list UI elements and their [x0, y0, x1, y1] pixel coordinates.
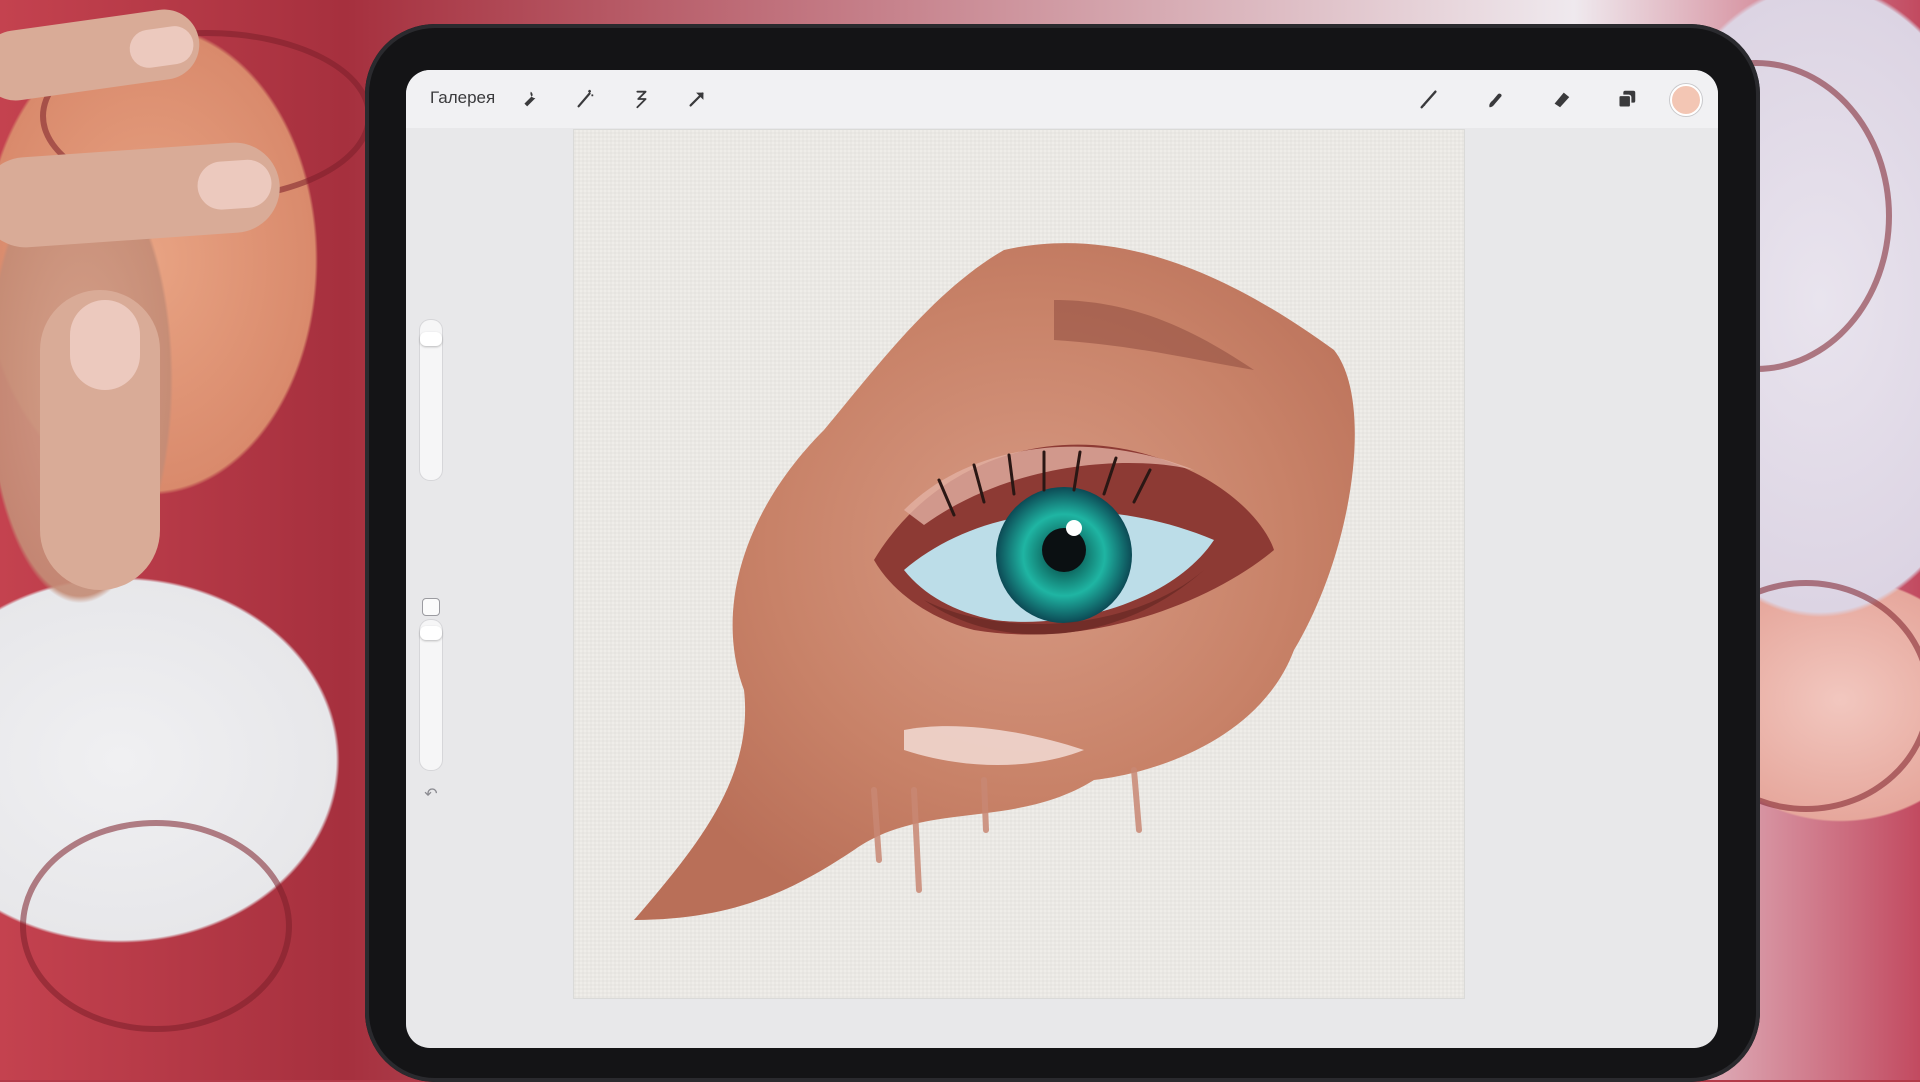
eye-highlight: [1066, 520, 1082, 536]
magic-wand-icon[interactable]: [568, 82, 602, 116]
opacity-slider[interactable]: [420, 620, 442, 770]
smudge-icon[interactable]: [1478, 82, 1512, 116]
pupil: [1042, 528, 1086, 572]
top-toolbar: Галерея: [406, 70, 1718, 128]
color-swatch[interactable]: [1670, 84, 1702, 116]
transform-arrow-icon[interactable]: [680, 82, 714, 116]
brush-icon[interactable]: [1412, 82, 1446, 116]
side-toolbar: ↶: [416, 320, 446, 803]
modify-button[interactable]: [422, 598, 440, 616]
eye-painting: [634, 243, 1355, 920]
app-screen: Галерея ↶: [406, 70, 1718, 1048]
opacity-thumb[interactable]: [420, 626, 442, 640]
brush-size-thumb[interactable]: [420, 332, 442, 346]
wrench-icon[interactable]: [512, 82, 546, 116]
drawing-canvas[interactable]: [574, 130, 1464, 998]
thumb: [40, 290, 160, 590]
selection-icon[interactable]: [624, 82, 658, 116]
brush-size-slider[interactable]: [420, 320, 442, 480]
eraser-icon[interactable]: [1544, 82, 1578, 116]
thumb-nail: [70, 300, 140, 390]
undo-icon[interactable]: ↶: [422, 786, 440, 804]
finger-nail: [127, 23, 196, 71]
finger-nail: [195, 158, 274, 212]
gallery-button[interactable]: Галерея: [424, 84, 501, 112]
layers-icon[interactable]: [1610, 82, 1644, 116]
